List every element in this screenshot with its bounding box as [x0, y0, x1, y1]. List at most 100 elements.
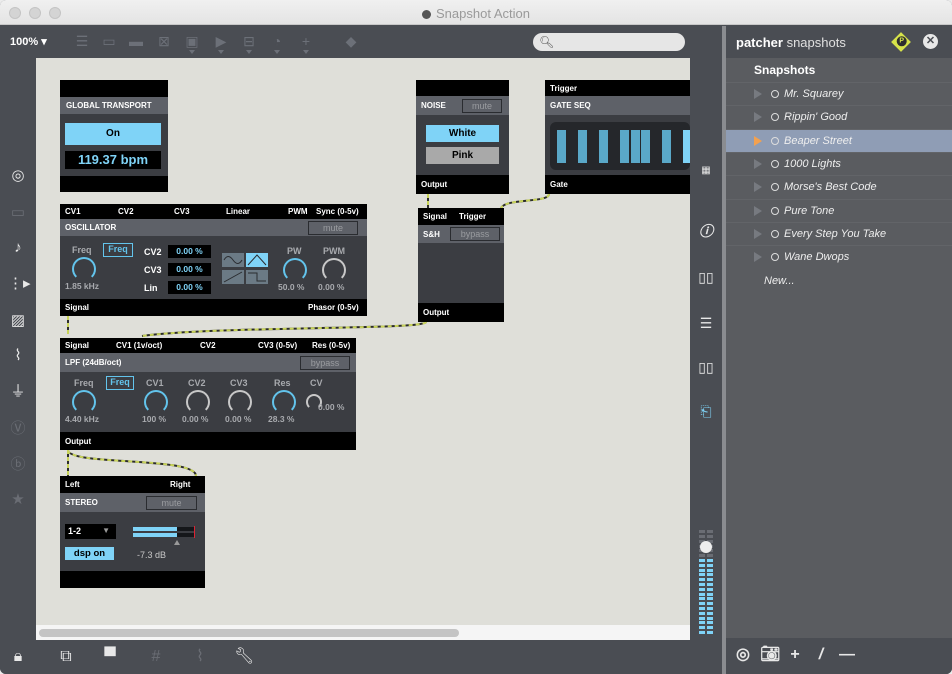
music-note-icon[interactable]: ♪: [8, 238, 28, 258]
lpf-cv3-dial[interactable]: [228, 390, 252, 414]
lock-icon[interactable]: 🔒︎: [8, 647, 28, 667]
horizontal-scrollbar[interactable]: [36, 625, 690, 640]
square-wave-button[interactable]: [246, 270, 268, 284]
slider-icon[interactable]: ⊟: [240, 33, 258, 54]
add-attachment-icon[interactable]: ⌇: [190, 647, 210, 667]
grid-icon[interactable]: #: [146, 647, 166, 667]
lin-number-box[interactable]: 0.00 %: [168, 281, 211, 294]
inlet-left[interactable]: Left: [65, 480, 80, 489]
inlet-cv3[interactable]: CV3: [174, 207, 190, 216]
play-icon[interactable]: [754, 112, 762, 123]
comment-icon[interactable]: ▬: [127, 33, 145, 49]
gate-step[interactable]: [568, 130, 577, 163]
snapshot-item[interactable]: Every Step You Take: [726, 221, 952, 245]
master-volume-slider[interactable]: [699, 528, 713, 634]
sine-wave-button[interactable]: [222, 253, 244, 267]
snapshot-item[interactable]: Wane Dwops: [726, 245, 952, 268]
new-snapshot-item[interactable]: New...: [764, 275, 795, 287]
gate-step[interactable]: [652, 130, 661, 163]
paint-bucket-icon[interactable]: ◆: [342, 33, 360, 49]
paperclip-icon[interactable]: ⌇: [8, 346, 28, 366]
snapshot-item[interactable]: Rippin' Good: [726, 105, 952, 128]
outlet-output[interactable]: Output: [65, 437, 91, 446]
inlet-right[interactable]: Right: [170, 480, 190, 489]
play-icon[interactable]: [754, 182, 762, 193]
list-icon[interactable]: ☰: [697, 314, 715, 332]
message-icon[interactable]: ▭: [100, 33, 118, 49]
presentation-windows-icon[interactable]: ⧉: [56, 647, 76, 667]
freq-mode-button[interactable]: Freq: [103, 243, 133, 257]
gate-step-grid[interactable]: [550, 122, 690, 170]
plus-icon[interactable]: +: [786, 646, 804, 664]
reference-icon[interactable]: ▯▯: [697, 358, 715, 376]
triangle-wave-button[interactable]: [246, 253, 268, 267]
camera-icon[interactable]: 📷︎: [760, 646, 780, 664]
target-icon[interactable]: ◎: [8, 166, 28, 186]
white-noise-button[interactable]: White: [426, 125, 499, 142]
vst-icon[interactable]: Ⓥ: [8, 419, 28, 439]
play-icon[interactable]: [754, 252, 762, 263]
gate-step[interactable]: [610, 130, 619, 163]
snapshot-item[interactable]: Beaper Street: [726, 128, 952, 152]
lpf-res-dial[interactable]: [272, 390, 296, 414]
inlet-cv1[interactable]: CV1: [65, 207, 81, 216]
outlet-output[interactable]: Output: [423, 308, 449, 317]
button-icon[interactable]: ⊠: [155, 33, 173, 49]
gate-step[interactable]: [589, 130, 598, 163]
snapshot-item[interactable]: Pure Tone: [726, 198, 952, 222]
book-icon[interactable]: ▯▯: [697, 268, 715, 286]
inlet-trigger[interactable]: Trigger: [550, 84, 577, 93]
inlet-trigger[interactable]: Trigger: [459, 212, 486, 221]
presentation-icon[interactable]: ▀: [100, 647, 120, 667]
stereo-mute-button[interactable]: mute: [146, 496, 197, 510]
freq-dial[interactable]: [72, 257, 96, 281]
patcher-canvas[interactable]: GLOBAL TRANSPORT On 119.37 bpm CV1 CV2 C…: [36, 58, 690, 625]
oscillator-mute-button[interactable]: mute: [308, 221, 358, 235]
gate-step[interactable]: [630, 130, 640, 163]
scrollbar-thumb[interactable]: [39, 629, 459, 637]
lpf-cv1-dial[interactable]: [144, 390, 168, 414]
search-input[interactable]: 🔍︎: [533, 33, 685, 51]
pin-icon[interactable]: P: [891, 32, 911, 52]
grid-icon[interactable]: ▦: [697, 162, 715, 180]
inlet-res[interactable]: Res (0-5v): [312, 341, 350, 350]
sah-bypass-button[interactable]: bypass: [450, 227, 500, 241]
saw-wave-button[interactable]: [222, 270, 244, 284]
play-icon[interactable]: [754, 228, 762, 239]
video-clip-icon[interactable]: ⋮▸⋮: [8, 274, 46, 294]
inlet-cv1[interactable]: CV1 (1v/oct): [116, 341, 162, 350]
image-icon[interactable]: ▨: [8, 311, 28, 331]
dsp-toggle-button[interactable]: dsp on: [65, 547, 114, 560]
gate-step[interactable]: [620, 130, 629, 163]
inlet-linear[interactable]: Linear: [226, 207, 250, 216]
gate-step[interactable]: [641, 130, 650, 163]
close-icon[interactable]: ✕: [923, 34, 938, 49]
lpf-cv2-dial[interactable]: [186, 390, 210, 414]
transport-on-button[interactable]: On: [65, 123, 161, 145]
bpm-number-box[interactable]: 119.37 bpm: [65, 151, 161, 169]
zoom-select[interactable]: 100% ▾: [10, 35, 47, 48]
snapshot-item[interactable]: Morse's Best Code: [726, 175, 952, 198]
gate-step[interactable]: [578, 130, 587, 163]
toggle-icon[interactable]: ▣: [183, 33, 201, 54]
lpf-freq-mode-button[interactable]: Freq: [106, 376, 134, 390]
plus-icon[interactable]: +: [297, 33, 315, 54]
outlet-phasor[interactable]: Phasor (0-5v): [308, 303, 359, 312]
lpf-bypass-button[interactable]: bypass: [300, 356, 350, 370]
gate-step[interactable]: [557, 130, 566, 163]
play-icon[interactable]: [754, 205, 762, 216]
play-icon[interactable]: [754, 89, 762, 99]
target-icon[interactable]: ◎: [734, 646, 752, 664]
edit-icon[interactable]: /: [812, 646, 830, 664]
outlet-signal[interactable]: Signal: [65, 303, 89, 312]
inlet-cv2[interactable]: CV2: [118, 207, 134, 216]
noise-mute-button[interactable]: mute: [462, 99, 502, 113]
inlet-signal[interactable]: Signal: [65, 341, 89, 350]
dial-icon[interactable]: ◔: [268, 33, 286, 54]
inlet-pwm[interactable]: PWM: [288, 207, 308, 216]
device-icon[interactable]: ▭: [8, 203, 28, 223]
play-icon[interactable]: [754, 158, 762, 169]
inlet-cv2[interactable]: CV2: [200, 341, 216, 350]
minus-icon[interactable]: —: [838, 646, 856, 664]
cv2-number-box[interactable]: 0.00 %: [168, 245, 211, 258]
